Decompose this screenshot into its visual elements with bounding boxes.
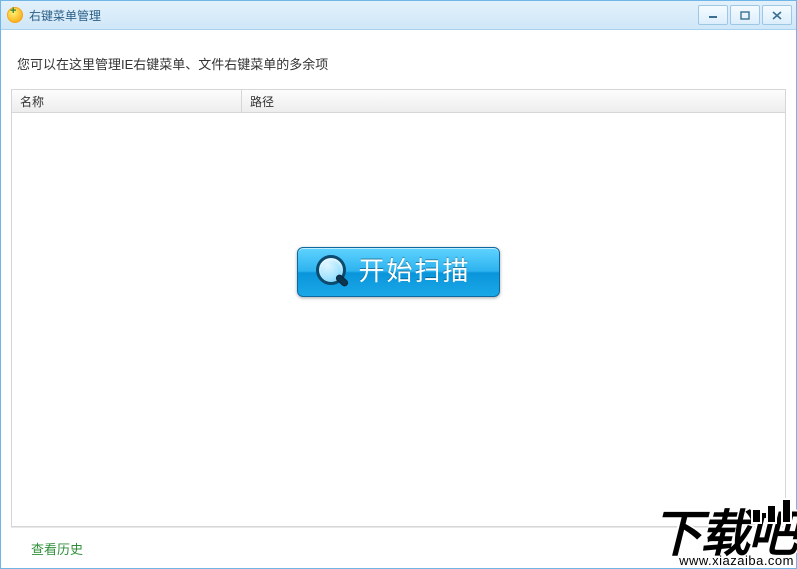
title-bar: 右键菜单管理 <box>1 1 796 30</box>
results-area: 开始扫描 <box>11 113 786 527</box>
window-controls <box>696 5 792 25</box>
minimize-icon <box>708 11 718 19</box>
maximize-button[interactable] <box>730 5 760 25</box>
search-icon <box>314 254 348 288</box>
scan-button-label: 开始扫描 <box>358 258 470 284</box>
footer-bar: 查看历史 <box>11 527 786 568</box>
window-body: 您可以在这里管理IE右键菜单、文件右键菜单的多余项 名称 路径 开始扫描 查看历… <box>1 30 796 568</box>
start-scan-button[interactable]: 开始扫描 <box>297 247 499 297</box>
column-header-path[interactable]: 路径 <box>242 90 785 112</box>
column-header-name[interactable]: 名称 <box>12 90 242 112</box>
app-icon <box>7 7 23 23</box>
maximize-icon <box>740 11 750 20</box>
minimize-button[interactable] <box>698 5 728 25</box>
window-title: 右键菜单管理 <box>29 7 101 24</box>
table-header: 名称 路径 <box>11 89 786 113</box>
close-button[interactable] <box>762 5 792 25</box>
view-history-link[interactable]: 查看历史 <box>31 539 83 558</box>
app-window: 右键菜单管理 您可以在这里管理IE右键菜单、文件右键菜单的多余项 名称 路径 <box>0 0 797 569</box>
description-text: 您可以在这里管理IE右键菜单、文件右键菜单的多余项 <box>11 40 786 89</box>
close-icon <box>772 11 782 20</box>
